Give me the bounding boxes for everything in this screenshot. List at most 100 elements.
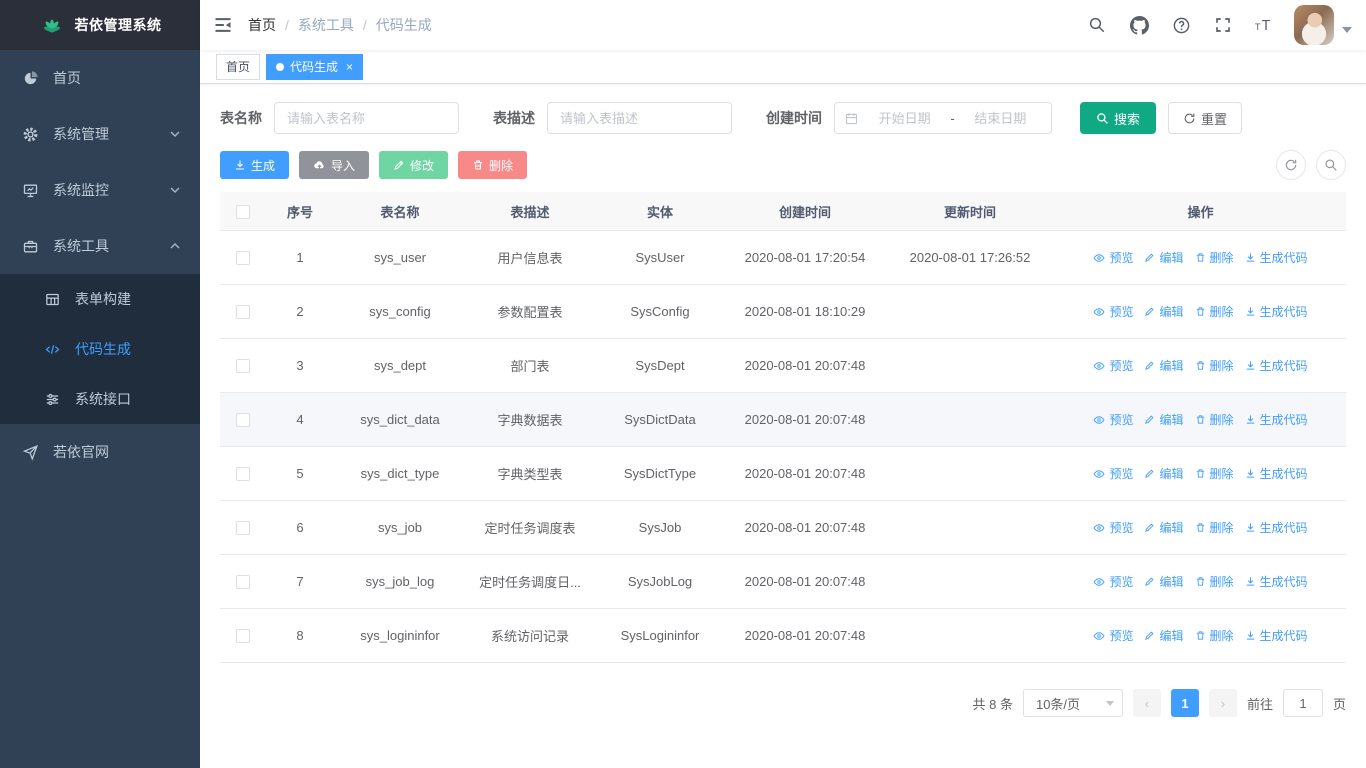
- cell-table-name: sys_dict_type: [335, 466, 465, 481]
- user-menu[interactable]: [1294, 5, 1352, 45]
- cell-created: 2020-08-01 20:07:48: [725, 628, 885, 643]
- reset-button[interactable]: 重置: [1168, 102, 1242, 134]
- select-all-checkbox[interactable]: [236, 205, 250, 219]
- preview-link[interactable]: 预览: [1093, 573, 1133, 590]
- cell-no: 6: [265, 520, 335, 535]
- generate-button[interactable]: 生成: [220, 151, 289, 179]
- preview-link[interactable]: 预览: [1093, 249, 1133, 266]
- row-checkbox[interactable]: [236, 413, 250, 427]
- avatar[interactable]: [1294, 5, 1334, 45]
- prev-page-button[interactable]: ‹: [1133, 689, 1161, 717]
- goto-page-input[interactable]: [1283, 689, 1323, 717]
- preview-link[interactable]: 预览: [1093, 465, 1133, 482]
- delete-link[interactable]: 删除: [1195, 249, 1234, 266]
- toggle-search-button[interactable]: [1316, 150, 1346, 180]
- github-button[interactable]: [1122, 0, 1156, 50]
- close-icon[interactable]: ×: [346, 61, 353, 73]
- sidebar-item-system-api[interactable]: 系统接口: [0, 374, 200, 424]
- tags-view-bar: 首页 代码生成 ×: [200, 50, 1366, 84]
- table-name-input[interactable]: [274, 102, 459, 134]
- row-checkbox[interactable]: [236, 251, 250, 265]
- goto-label: 前往: [1247, 694, 1273, 713]
- delete-link[interactable]: 删除: [1195, 357, 1234, 374]
- generate-code-link[interactable]: 生成代码: [1245, 357, 1308, 374]
- generate-code-link[interactable]: 生成代码: [1245, 303, 1308, 320]
- search-button[interactable]: [1080, 0, 1114, 50]
- breadcrumb: 首页 / 系统工具 / 代码生成: [248, 15, 432, 35]
- edit-button[interactable]: 修改: [379, 151, 448, 179]
- delete-link[interactable]: 删除: [1195, 573, 1234, 590]
- cell-entity: SysJobLog: [595, 574, 725, 589]
- tab-home[interactable]: 首页: [216, 54, 260, 80]
- docs-help-button[interactable]: [1164, 0, 1198, 50]
- edit-link[interactable]: 编辑: [1144, 627, 1183, 644]
- table-row: 8 sys_logininfor 系统访问记录 SysLogininfor 20…: [220, 609, 1346, 663]
- edit-link[interactable]: 编辑: [1144, 519, 1183, 536]
- row-operations: 预览 编辑 删除 生成代码: [1055, 357, 1346, 374]
- sidebar: 若依管理系统 首页 系统管理: [0, 0, 200, 768]
- edit-link[interactable]: 编辑: [1144, 357, 1183, 374]
- delete-link[interactable]: 删除: [1195, 303, 1234, 320]
- breadcrumb-item[interactable]: 首页: [248, 15, 276, 35]
- row-operations: 预览 编辑 删除 生成代码: [1055, 573, 1346, 590]
- download-icon: [1245, 360, 1256, 371]
- sidebar-item-system-manage[interactable]: 系统管理: [0, 106, 200, 162]
- generate-code-link[interactable]: 生成代码: [1245, 627, 1308, 644]
- cell-no: 2: [265, 304, 335, 319]
- preview-link[interactable]: 预览: [1093, 411, 1133, 428]
- row-checkbox[interactable]: [236, 521, 250, 535]
- end-date-input[interactable]: [959, 111, 1042, 126]
- next-page-button[interactable]: ›: [1209, 689, 1237, 717]
- sidebar-item-code-generation[interactable]: 代码生成: [0, 324, 200, 374]
- delete-link[interactable]: 删除: [1195, 465, 1234, 482]
- font-size-button[interactable]: T T: [1248, 0, 1282, 50]
- edit-link[interactable]: 编辑: [1144, 411, 1183, 428]
- sidebar-item-label: 若依官网: [53, 442, 180, 462]
- edit-link[interactable]: 编辑: [1144, 573, 1183, 590]
- cell-created: 2020-08-01 18:10:29: [725, 304, 885, 319]
- page-number-button[interactable]: 1: [1171, 689, 1199, 717]
- sidebar-item-system-tools[interactable]: 系统工具: [0, 218, 200, 274]
- sidebar-item-official-site[interactable]: 若依官网: [0, 424, 200, 480]
- search-submit-button[interactable]: 搜索: [1080, 102, 1156, 134]
- sidebar-item-home[interactable]: 首页: [0, 50, 200, 106]
- paper-plane-icon: [22, 444, 39, 461]
- delete-link[interactable]: 删除: [1195, 519, 1234, 536]
- fullscreen-button[interactable]: [1206, 0, 1240, 50]
- import-button[interactable]: 导入: [299, 151, 369, 179]
- row-checkbox[interactable]: [236, 575, 250, 589]
- delete-button[interactable]: 删除: [458, 151, 527, 179]
- sidebar-collapse-button[interactable]: [200, 0, 246, 50]
- sidebar-item-system-monitor[interactable]: 系统监控: [0, 162, 200, 218]
- table-desc-input[interactable]: [547, 102, 732, 134]
- delete-link[interactable]: 删除: [1195, 411, 1234, 428]
- page-content: 表名称 表描述 创建时间 -: [200, 84, 1366, 768]
- generate-code-link[interactable]: 生成代码: [1245, 465, 1308, 482]
- trash-icon: [472, 159, 484, 171]
- generate-code-link[interactable]: 生成代码: [1245, 573, 1308, 590]
- edit-link[interactable]: 编辑: [1144, 249, 1183, 266]
- row-checkbox[interactable]: [236, 359, 250, 373]
- pencil-icon: [1144, 414, 1155, 425]
- preview-link[interactable]: 预览: [1093, 357, 1133, 374]
- delete-link[interactable]: 删除: [1195, 627, 1234, 644]
- preview-link[interactable]: 预览: [1093, 303, 1133, 320]
- date-range-picker[interactable]: -: [834, 102, 1052, 134]
- generate-code-link[interactable]: 生成代码: [1245, 249, 1308, 266]
- sidebar-item-form-builder[interactable]: 表单构建: [0, 274, 200, 324]
- tab-code-generation[interactable]: 代码生成 ×: [266, 54, 363, 80]
- preview-link[interactable]: 预览: [1093, 627, 1133, 644]
- generate-code-link[interactable]: 生成代码: [1245, 411, 1308, 428]
- preview-link[interactable]: 预览: [1093, 519, 1133, 536]
- edit-link[interactable]: 编辑: [1144, 465, 1183, 482]
- page-size-select[interactable]: 10条/页: [1023, 689, 1123, 717]
- row-checkbox[interactable]: [236, 305, 250, 319]
- refresh-table-button[interactable]: [1276, 150, 1306, 180]
- edit-link[interactable]: 编辑: [1144, 303, 1183, 320]
- start-date-input[interactable]: [863, 111, 946, 126]
- row-checkbox[interactable]: [236, 467, 250, 481]
- row-checkbox[interactable]: [236, 629, 250, 643]
- cell-entity: SysDictType: [595, 466, 725, 481]
- svg-text:T: T: [1255, 22, 1261, 32]
- generate-code-link[interactable]: 生成代码: [1245, 519, 1308, 536]
